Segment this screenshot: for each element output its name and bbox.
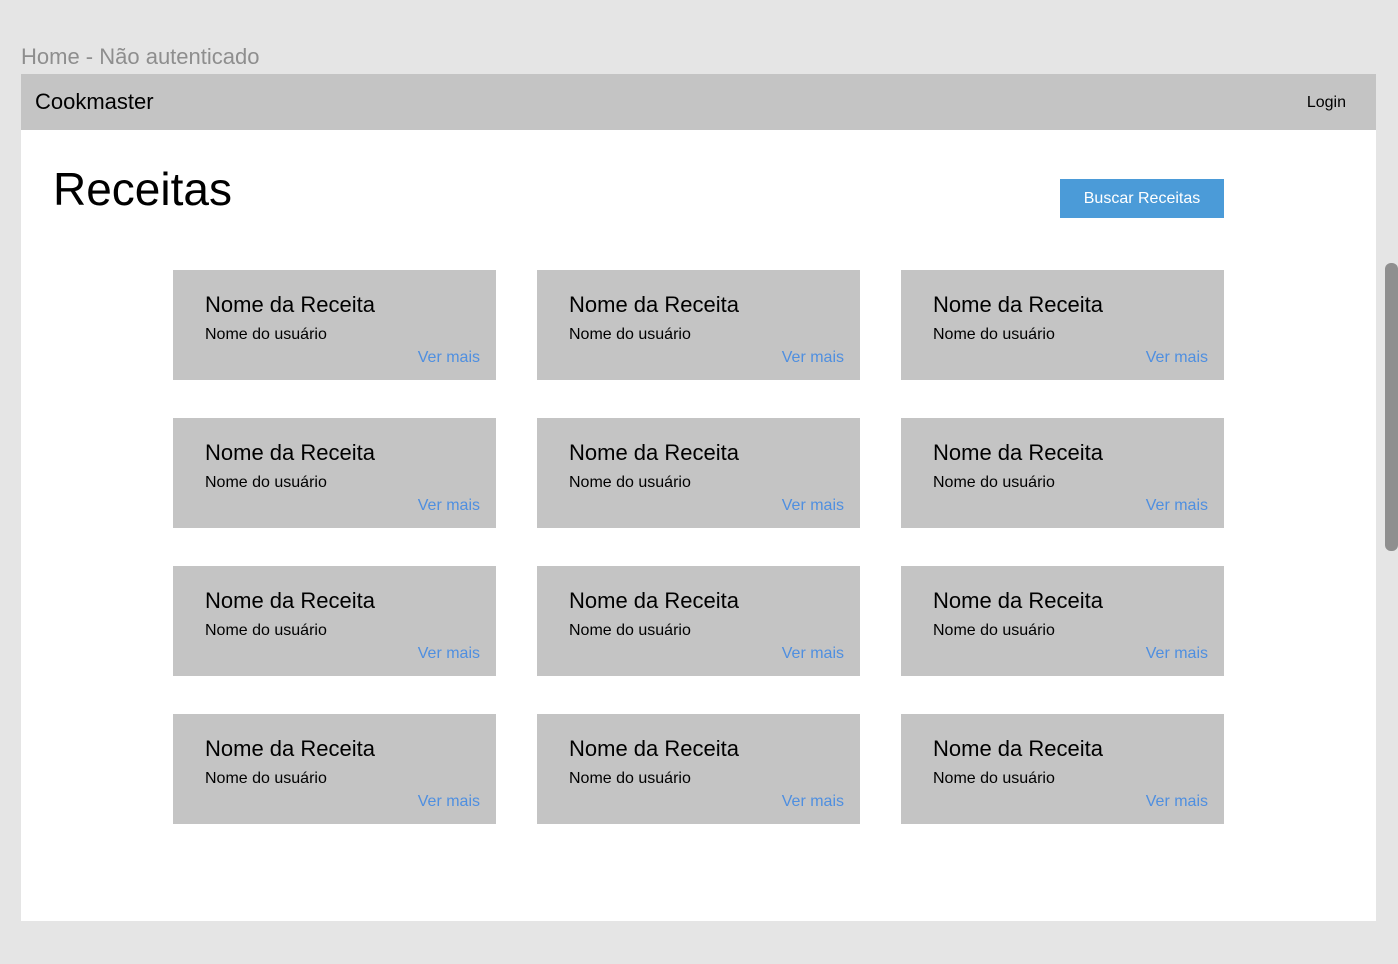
recipe-user: Nome do usuário <box>569 474 691 491</box>
see-more-link[interactable]: Ver mais <box>1146 497 1208 515</box>
recipe-name: Nome da Receita <box>933 440 1103 465</box>
frame-label: Home - Não autenticado <box>21 44 260 69</box>
see-more-link[interactable]: Ver mais <box>418 645 480 663</box>
recipe-card: Nome da Receita Nome do usuário Ver mais <box>173 270 496 380</box>
recipe-user: Nome do usuário <box>933 326 1055 343</box>
recipe-card: Nome da Receita Nome do usuário Ver mais <box>173 418 496 528</box>
recipe-user: Nome do usuário <box>933 474 1055 491</box>
recipe-grid: Nome da Receita Nome do usuário Ver mais… <box>173 270 1224 824</box>
recipe-card: Nome da Receita Nome do usuário Ver mais <box>901 418 1224 528</box>
recipe-name: Nome da Receita <box>205 588 375 613</box>
recipe-user: Nome do usuário <box>205 474 327 491</box>
see-more-link[interactable]: Ver mais <box>418 349 480 367</box>
see-more-link[interactable]: Ver mais <box>782 793 844 811</box>
see-more-link[interactable]: Ver mais <box>418 497 480 515</box>
page-frame: Cookmaster Login Receitas Buscar Receita… <box>21 74 1376 921</box>
recipe-card: Nome da Receita Nome do usuário Ver mais <box>537 566 860 676</box>
recipe-name: Nome da Receita <box>933 292 1103 317</box>
recipe-user: Nome do usuário <box>933 622 1055 639</box>
recipe-user: Nome do usuário <box>569 622 691 639</box>
recipe-name: Nome da Receita <box>205 292 375 317</box>
see-more-link[interactable]: Ver mais <box>418 793 480 811</box>
recipe-card: Nome da Receita Nome do usuário Ver mais <box>173 566 496 676</box>
recipe-name: Nome da Receita <box>569 736 739 761</box>
search-recipes-button[interactable]: Buscar Receitas <box>1060 179 1224 218</box>
recipe-user: Nome do usuário <box>205 770 327 787</box>
recipe-user: Nome do usuário <box>569 770 691 787</box>
login-link[interactable]: Login <box>1307 94 1346 112</box>
recipe-name: Nome da Receita <box>569 588 739 613</box>
see-more-link[interactable]: Ver mais <box>782 349 844 367</box>
see-more-link[interactable]: Ver mais <box>782 645 844 663</box>
recipe-card: Nome da Receita Nome do usuário Ver mais <box>901 270 1224 380</box>
brand-logo[interactable]: Cookmaster <box>35 89 154 115</box>
recipe-card: Nome da Receita Nome do usuário Ver mais <box>173 714 496 824</box>
see-more-link[interactable]: Ver mais <box>1146 645 1208 663</box>
navbar: Cookmaster Login <box>21 74 1376 130</box>
recipe-name: Nome da Receita <box>205 440 375 465</box>
see-more-link[interactable]: Ver mais <box>1146 349 1208 367</box>
recipe-card: Nome da Receita Nome do usuário Ver mais <box>537 418 860 528</box>
recipe-user: Nome do usuário <box>205 326 327 343</box>
see-more-link[interactable]: Ver mais <box>782 497 844 515</box>
recipe-user: Nome do usuário <box>569 326 691 343</box>
recipe-card: Nome da Receita Nome do usuário Ver mais <box>537 270 860 380</box>
see-more-link[interactable]: Ver mais <box>1146 793 1208 811</box>
recipe-name: Nome da Receita <box>933 736 1103 761</box>
recipe-card: Nome da Receita Nome do usuário Ver mais <box>901 714 1224 824</box>
recipe-user: Nome do usuário <box>205 622 327 639</box>
recipe-name: Nome da Receita <box>933 588 1103 613</box>
page-title: Receitas <box>53 163 232 215</box>
recipe-card: Nome da Receita Nome do usuário Ver mais <box>537 714 860 824</box>
recipe-name: Nome da Receita <box>205 736 375 761</box>
recipe-card: Nome da Receita Nome do usuário Ver mais <box>901 566 1224 676</box>
recipe-name: Nome da Receita <box>569 292 739 317</box>
recipe-user: Nome do usuário <box>933 770 1055 787</box>
scrollbar-thumb[interactable] <box>1385 263 1398 551</box>
recipe-name: Nome da Receita <box>569 440 739 465</box>
